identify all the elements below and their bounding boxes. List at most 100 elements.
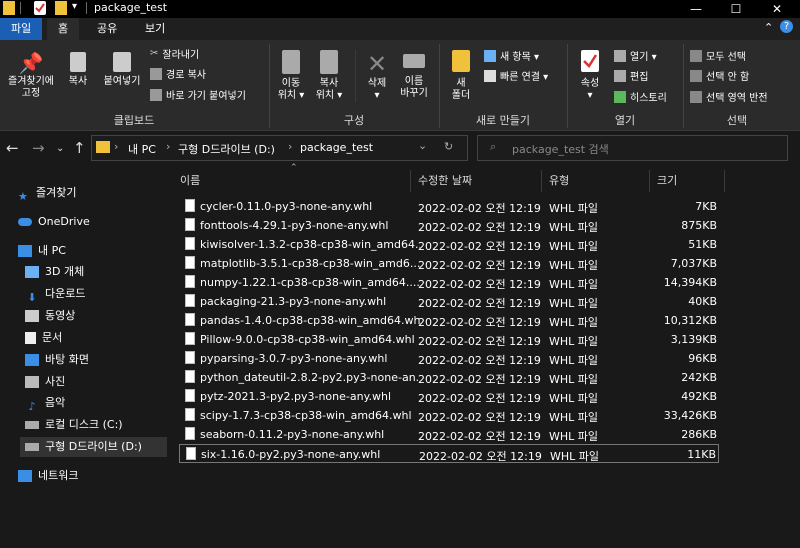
file-size: 7,037KB (670, 257, 717, 270)
edit-label: 편집 (630, 72, 649, 83)
nav-drive-d[interactable]: 구형 D드라이브 (D:) (20, 437, 167, 457)
file-name: seaborn-0.11.2-py3-none-any.whl (200, 428, 385, 441)
new-folder-button[interactable]: 새 폴더 (446, 50, 476, 102)
copy-path-button[interactable]: 경로 복사 (150, 66, 206, 81)
nav-downloads[interactable]: ⬇ 다운로드 (25, 284, 85, 304)
tab-view[interactable]: 보기 (134, 18, 176, 40)
table-row[interactable]: python_dateutil-2.8.2-py2.py3-none-an...… (179, 368, 719, 387)
file-name: pytz-2021.3-py2.py3-none-any.whl (200, 390, 392, 403)
select-none-icon (690, 69, 702, 82)
table-row[interactable]: Pillow-9.0.0-cp38-cp38-win_amd64.whl 202… (179, 330, 719, 349)
table-row[interactable]: six-1.16.0-py2.py3-none-any.whl 2022-02-… (179, 444, 719, 463)
history-button[interactable]: 히스토리 (614, 89, 667, 104)
table-row[interactable]: matplotlib-3.5.1-cp38-cp38-win_amd6... 2… (179, 254, 719, 273)
table-row[interactable]: kiwisolver-1.3.2-cp38-cp38-win_amd64....… (179, 235, 719, 254)
column-header-type[interactable]: 유형 (549, 170, 569, 192)
nav-desktop[interactable]: 바탕 화면 (25, 350, 89, 370)
edit-button[interactable]: 편집 (614, 68, 648, 83)
tab-file[interactable]: 파일 (0, 18, 43, 40)
nav-3d-objects[interactable]: 3D 개체 (25, 262, 84, 282)
chevron-right-icon[interactable]: › (166, 140, 170, 153)
file-icon (185, 408, 195, 421)
quick-access-dropdown-icon[interactable]: ▾ (72, 1, 77, 12)
paste-shortcut-button[interactable]: 바로 가기 붙여넣기 (150, 87, 246, 102)
column-header-name[interactable]: 이름 (180, 170, 200, 192)
help-icon[interactable]: ? (780, 20, 793, 33)
easy-access-button[interactable]: 빠른 연결 ▾ (484, 68, 548, 83)
nav-documents[interactable]: 문서 (25, 328, 62, 348)
file-size: 3,139KB (670, 333, 717, 346)
properties-quick-icon[interactable] (34, 1, 46, 15)
separator[interactable] (649, 170, 650, 192)
properties-button[interactable]: 속성 ▾ (574, 50, 606, 102)
nav-pictures[interactable]: 사진 (25, 372, 65, 392)
table-row[interactable]: pyparsing-3.0.7-py3-none-any.whl 2022-02… (179, 349, 719, 368)
nav-onedrive[interactable]: OneDrive (18, 212, 90, 232)
scissors-icon: ✂ (150, 48, 159, 59)
open-button[interactable]: 열기 ▾ (614, 48, 657, 63)
new-folder-quick-icon[interactable] (55, 1, 67, 15)
new-item-button[interactable]: 새 항목 ▾ (484, 48, 539, 63)
copy-to-button[interactable]: 복사 위치 ▾ (314, 50, 344, 102)
chevron-down-icon[interactable]: ⌄ (418, 139, 427, 152)
search-input[interactable]: package_test 검색 (512, 141, 609, 157)
file-name: pyparsing-3.0.7-py3-none-any.whl (200, 352, 388, 365)
crumb-drive[interactable]: 구형 D드라이브 (D:) (178, 141, 275, 157)
delete-button[interactable]: ✕ 삭제 ▾ (362, 50, 392, 102)
separator[interactable] (410, 170, 411, 192)
minimize-button[interactable]: — (676, 0, 716, 18)
forward-arrow-icon[interactable]: → (32, 139, 45, 157)
file-date: 2022-02-02 오전 12:19 (418, 221, 541, 234)
maximize-button[interactable]: ☐ (716, 0, 756, 18)
file-type: WHL 파일 (549, 259, 599, 272)
rename-button[interactable]: 이름 바꾸기 (396, 50, 432, 100)
address-bar[interactable]: › 내 PC › 구형 D드라이브 (D:) › package_test ⌄ … (91, 135, 468, 161)
nav-quick-access[interactable]: ★ 즐겨찾기 (18, 183, 76, 203)
search-box[interactable]: ⌕ package_test 검색 (477, 135, 788, 161)
chevron-right-icon[interactable]: › (288, 140, 292, 153)
copy-button[interactable]: 복사 (64, 50, 92, 88)
back-arrow-icon[interactable]: ← (6, 139, 19, 157)
nav-this-pc[interactable]: 내 PC (18, 241, 66, 261)
table-row[interactable]: seaborn-0.11.2-py3-none-any.whl 2022-02-… (179, 425, 719, 444)
crumb-pc[interactable]: 내 PC (128, 141, 156, 157)
chevron-right-icon[interactable]: › (114, 140, 118, 153)
tab-share[interactable]: 공유 (86, 18, 128, 40)
file-date: 2022-02-02 오전 12:19 (418, 278, 541, 291)
drive-icon (25, 421, 39, 429)
table-row[interactable]: fonttools-4.29.1-py3-none-any.whl 2022-0… (179, 216, 719, 235)
separator[interactable] (724, 170, 725, 192)
select-all-button[interactable]: 모두 선택 (690, 48, 746, 63)
delete-label-2: ▾ (374, 90, 380, 101)
invert-selection-button[interactable]: 선택 영역 반전 (690, 89, 768, 104)
table-row[interactable]: cycler-0.11.0-py3-none-any.whl 2022-02-0… (179, 197, 719, 216)
column-header-size[interactable]: 크기 (657, 170, 677, 192)
table-row[interactable]: scipy-1.7.3-cp38-cp38-win_amd64.whl 2022… (179, 406, 719, 425)
recent-dropdown-icon[interactable]: ⌄ (56, 143, 64, 154)
nav-music[interactable]: ♪ 음악 (25, 393, 65, 413)
pin-to-quick-access-button[interactable]: 📌 즐겨찾기에 고정 (2, 50, 60, 100)
nav-videos[interactable]: 동영상 (25, 306, 75, 326)
crumb-folder[interactable]: package_test (300, 141, 373, 154)
collapse-ribbon-icon[interactable]: ⌃ (764, 21, 773, 34)
column-header-modified[interactable]: 수정한 날짜 (418, 170, 472, 192)
refresh-icon[interactable]: ↻ (444, 140, 453, 153)
table-row[interactable]: packaging-21.3-py3-none-any.whl 2022-02-… (179, 292, 719, 311)
up-arrow-icon[interactable]: ↑ (73, 139, 86, 157)
file-date: 2022-02-02 오전 12:19 (418, 392, 541, 405)
table-row[interactable]: pandas-1.4.0-cp38-cp38-win_amd64.whl 202… (179, 311, 719, 330)
select-none-button[interactable]: 선택 안 함 (690, 68, 749, 83)
tab-home[interactable]: 홈 (47, 18, 80, 40)
cut-button[interactable]: ✂ 잘라내기 (150, 46, 199, 61)
paste-button[interactable]: 붙여넣기 (98, 50, 146, 88)
copy-to-label-2: 위치 ▾ (315, 90, 343, 101)
open-icon (614, 49, 626, 62)
separator[interactable] (541, 170, 542, 192)
file-icon (185, 199, 195, 212)
close-button[interactable]: ✕ (757, 0, 797, 18)
move-to-button[interactable]: 이동 위치 ▾ (276, 50, 306, 102)
nav-local-disk-c[interactable]: 로컬 디스크 (C:) (25, 415, 123, 435)
table-row[interactable]: pytz-2021.3-py2.py3-none-any.whl 2022-02… (179, 387, 719, 406)
nav-network[interactable]: 네트워크 (18, 466, 78, 486)
table-row[interactable]: numpy-1.22.1-cp38-cp38-win_amd64.... 202… (179, 273, 719, 292)
